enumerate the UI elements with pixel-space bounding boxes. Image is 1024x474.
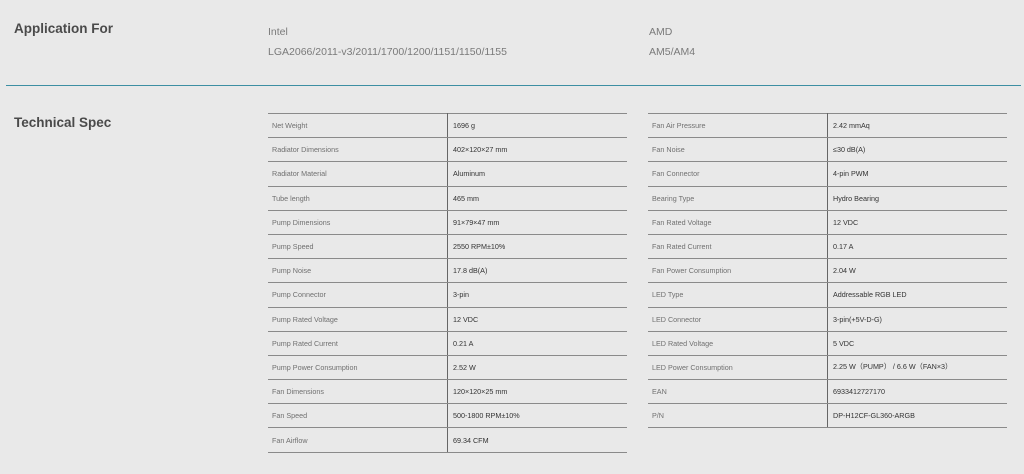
spec-value: 2.52 W — [447, 354, 627, 381]
product-spec-page: Application For Intel LGA2066/2011-v3/20… — [0, 0, 1024, 474]
spec-table-left: Net Weight 1696 g Radiator Dimensions 402×1… — [268, 112, 627, 453]
spec-row: Pump Noise 17.8 dB(A) — [268, 258, 627, 284]
spec-value: 69.34 CFM — [447, 427, 627, 453]
spec-value: Aluminum — [447, 161, 627, 187]
spec-value: Addressable RGB LED — [827, 282, 1007, 308]
spec-row: Pump Rated Voltage 12 VDC — [268, 306, 627, 332]
spec-value: 17.8 dB(A) — [447, 258, 627, 284]
spec-row: Fan Rated Voltage 12 VDC — [648, 209, 1007, 235]
section-divider — [6, 85, 1021, 86]
spec-label: Fan Speed — [268, 403, 448, 429]
spec-label: Fan Power Consumption — [648, 258, 828, 284]
spec-label: Fan Dimensions — [268, 379, 448, 405]
technical-spec-heading: Technical Spec — [14, 115, 112, 130]
spec-value: 0.21 A — [447, 330, 627, 356]
spec-row: LED Connector 3-pin(+5V-D-G) — [648, 306, 1007, 332]
spec-label: LED Connector — [648, 306, 828, 332]
spec-label: P/N — [648, 403, 828, 429]
spec-value: DP-H12CF-GL360-ARGB — [827, 403, 1007, 429]
spec-value: ≤30 dB(A) — [827, 137, 1007, 163]
spec-label: Fan Air Pressure — [648, 112, 828, 139]
spec-value: 2.04 W — [827, 258, 1007, 284]
spec-row: Radiator Material Aluminum — [268, 161, 627, 187]
spec-label: LED Type — [648, 282, 828, 308]
spec-value: 465 mm — [447, 185, 627, 211]
spec-row: Pump Power Consumption 2.52 W — [268, 354, 627, 381]
spec-row: Fan Rated Current 0.17 A — [648, 233, 1007, 260]
spec-label: Net Weight — [268, 112, 448, 139]
spec-label: EAN — [648, 379, 828, 405]
spec-label: Fan Airflow — [268, 427, 448, 453]
spec-label: Fan Rated Voltage — [648, 209, 828, 235]
spec-value: 120×120×25 mm — [447, 379, 627, 405]
amd-socket-list: AM5/AM4 — [649, 46, 696, 58]
spec-row: Fan Dimensions 120×120×25 mm — [268, 379, 627, 405]
spec-row: Pump Connector 3-pin — [268, 282, 627, 308]
spec-row: Fan Noise ≤30 dB(A) — [648, 137, 1007, 163]
spec-value: 0.17 A — [827, 233, 1007, 260]
spec-label: Radiator Material — [268, 161, 448, 187]
spec-row: Fan Airflow 69.34 CFM — [268, 427, 627, 453]
spec-row: Bearing Type Hydro Bearing — [648, 185, 1007, 211]
spec-table-right: Fan Air Pressure 2.42 mmAq Fan Noise ≤30 dB… — [648, 112, 1007, 429]
spec-value: 3-pin — [447, 282, 627, 308]
spec-label: Pump Rated Current — [268, 330, 448, 356]
spec-row: Fan Power Consumption 2.04 W — [648, 258, 1007, 284]
amd-compatibility: AMD AM5/AM4 — [649, 26, 695, 58]
spec-value: 91×79×47 mm — [447, 209, 627, 235]
spec-row: Tube length 465 mm — [268, 185, 627, 211]
spec-row: Radiator Dimensions 402×120×27 mm — [268, 137, 627, 163]
intel-brand-label: Intel — [268, 26, 288, 38]
spec-label: Pump Power Consumption — [268, 354, 448, 381]
spec-row: Fan Speed 500-1800 RPM±10% — [268, 403, 627, 429]
spec-row: Fan Air Pressure 2.42 mmAq — [648, 112, 1007, 139]
spec-value: 2550 RPM±10% — [447, 233, 627, 260]
spec-label: Pump Speed — [268, 233, 448, 260]
spec-label: Fan Connector — [648, 161, 828, 187]
application-for-heading: Application For — [14, 21, 113, 36]
spec-row: LED Type Addressable RGB LED — [648, 282, 1007, 308]
spec-value: 5 VDC — [827, 330, 1007, 356]
spec-value: 12 VDC — [447, 306, 627, 332]
amd-brand-label: AMD — [649, 26, 673, 38]
spec-value: 2.25 W（PUMP） / 6.6 W（FAN×3） — [827, 354, 1007, 381]
spec-value: 402×120×27 mm — [447, 137, 627, 163]
spec-label: Pump Dimensions — [268, 209, 448, 235]
spec-label: Tube length — [268, 185, 448, 211]
intel-compatibility: Intel LGA2066/2011-v3/2011/1700/1200/115… — [268, 26, 507, 58]
spec-row: LED Rated Voltage 5 VDC — [648, 330, 1007, 356]
spec-row: Net Weight 1696 g — [268, 112, 627, 139]
intel-socket-list: LGA2066/2011-v3/2011/1700/1200/1151/1150… — [268, 46, 507, 58]
spec-value: 4-pin PWM — [827, 161, 1007, 187]
spec-row: P/N DP-H12CF-GL360-ARGB — [648, 403, 1007, 429]
spec-label: Pump Rated Voltage — [268, 306, 448, 332]
spec-value: 6933412727170 — [827, 379, 1007, 405]
spec-label: Pump Noise — [268, 258, 448, 284]
spec-label: LED Rated Voltage — [648, 330, 828, 356]
spec-row: Pump Rated Current 0.21 A — [268, 330, 627, 356]
spec-value: 12 VDC — [827, 209, 1007, 235]
spec-value: 2.42 mmAq — [827, 112, 1007, 139]
spec-label: Bearing Type — [648, 185, 828, 211]
spec-row: EAN 6933412727170 — [648, 379, 1007, 405]
spec-label: Radiator Dimensions — [268, 137, 448, 163]
spec-row: Pump Dimensions 91×79×47 mm — [268, 209, 627, 235]
spec-row: Pump Speed 2550 RPM±10% — [268, 233, 627, 260]
spec-value: 500-1800 RPM±10% — [447, 403, 627, 429]
spec-value: 3-pin(+5V-D-G) — [827, 306, 1007, 332]
spec-row: LED Power Consumption 2.25 W（PUMP） / 6.6 … — [648, 354, 1007, 381]
spec-label: LED Power Consumption — [648, 354, 828, 381]
spec-value: Hydro Bearing — [827, 185, 1007, 211]
spec-row: Fan Connector 4-pin PWM — [648, 161, 1007, 187]
spec-label: Fan Rated Current — [648, 233, 828, 260]
spec-label: Fan Noise — [648, 137, 828, 163]
spec-label: Pump Connector — [268, 282, 448, 308]
spec-value: 1696 g — [447, 112, 627, 139]
